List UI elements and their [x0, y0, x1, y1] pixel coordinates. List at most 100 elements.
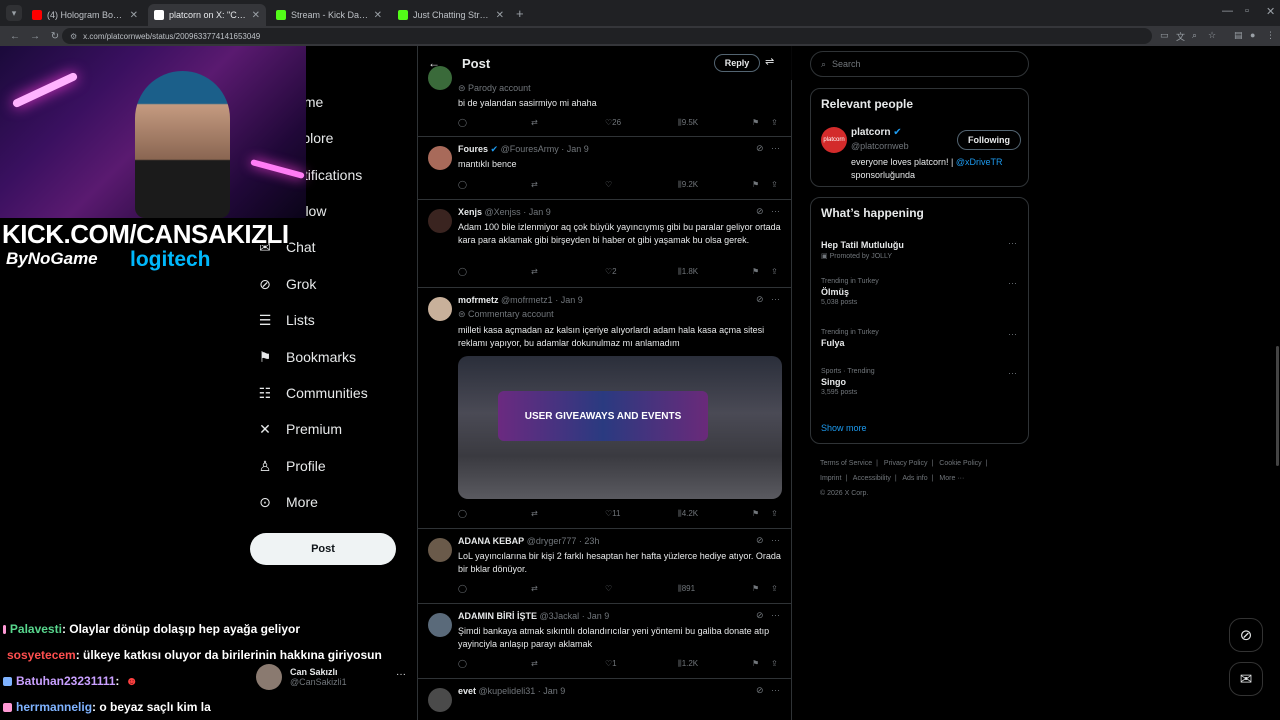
profile-avatar-icon[interactable]: ● — [1250, 30, 1255, 40]
more-dots-icon[interactable]: ··· — [1008, 238, 1017, 248]
forward-icon[interactable]: → — [26, 31, 44, 42]
retweet-icon[interactable]: ⇄ — [531, 509, 538, 518]
reply-tweet[interactable]: ADANA KEBAP @dryger777 · 23h ⊘ ··· LoL y… — [418, 530, 792, 604]
back-icon[interactable]: ← — [6, 31, 24, 42]
like-icon[interactable]: ♡ — [605, 180, 612, 189]
bookmark-icon[interactable]: ⚑ — [752, 584, 759, 593]
reply-icon[interactable]: ◯ — [458, 180, 467, 189]
reply-icon[interactable]: ◯ — [458, 584, 467, 593]
views-icon[interactable]: ⫼ 891 — [678, 584, 695, 594]
bookmark-icon[interactable]: ⚑ — [752, 180, 759, 189]
bookmark-icon[interactable]: ⚑ — [752, 659, 759, 668]
share-icon[interactable]: ⇪ — [771, 509, 778, 518]
browser-tab[interactable]: Stream - Kick Dashboard ✕ — [270, 4, 388, 26]
tweet-tools[interactable]: ⊘ ··· — [756, 206, 780, 217]
footer-link[interactable]: More ··· — [939, 475, 964, 482]
like-icon[interactable]: ♡ 26 — [605, 118, 621, 127]
more-dots-icon[interactable]: ··· — [1008, 329, 1017, 339]
maximize-icon[interactable]: ▫ — [1245, 5, 1249, 17]
retweet-icon[interactable]: ⇄ — [531, 180, 538, 189]
site-info-icon[interactable]: ⚙ — [70, 32, 77, 41]
trend-item[interactable]: Trending in Turkey Ölmüş 5,038 posts ··· — [821, 278, 1021, 306]
reply-icon[interactable]: ◯ — [458, 659, 467, 668]
extensions-icon[interactable]: ▤ — [1234, 30, 1243, 41]
retweet-icon[interactable]: ⇄ — [531, 659, 538, 668]
tweet-tools[interactable]: ⊘ ··· — [756, 610, 780, 621]
post-button[interactable]: Post — [250, 533, 396, 565]
tab-search-icon[interactable]: ▾ — [6, 5, 22, 21]
more-dots-icon[interactable]: ··· — [1008, 368, 1017, 378]
footer-link[interactable]: Imprint — [820, 475, 841, 482]
bookmark-icon[interactable]: ⚑ — [752, 118, 759, 127]
sidebar-item-more[interactable]: ⊙ More — [256, 489, 318, 515]
tweet-tools[interactable]: ⊘ ··· — [756, 294, 780, 305]
tweet-tools[interactable]: ⊘ ··· — [756, 685, 780, 696]
browser-tab[interactable]: (4) Hologram Boulevard – Y ✕ — [26, 4, 144, 26]
share-icon[interactable]: ⇪ — [771, 584, 778, 593]
tab-close-icon[interactable]: ✕ — [496, 10, 504, 21]
sidebar-item-bookmarks[interactable]: ⚑ Bookmarks — [256, 344, 356, 370]
browser-tab[interactable]: Just Chatting Streaming - Live ✕ — [392, 4, 510, 26]
scrollbar[interactable] — [1276, 346, 1279, 466]
translate-icon[interactable]: 文 — [1176, 30, 1185, 43]
reply-icon[interactable]: ◯ — [458, 267, 467, 276]
share-icon[interactable]: ⇪ — [771, 118, 778, 127]
following-button[interactable]: Following — [957, 130, 1021, 150]
bookmark-icon[interactable]: ⚑ — [752, 509, 759, 518]
footer-link[interactable]: Cookie Policy — [939, 460, 981, 467]
grok-fab-button[interactable]: ⊘ — [1229, 618, 1263, 652]
sidebar-item-grok[interactable]: ⊘ Grok — [256, 271, 316, 297]
footer-link[interactable]: Terms of Service — [820, 460, 872, 467]
reply-tweet[interactable]: Xenjs @Xenjss · Jan 9 ⊘ ··· Adam 100 bil… — [418, 201, 792, 288]
tab-close-icon[interactable]: ✕ — [130, 10, 138, 21]
tweet-tools[interactable]: ⊘ ··· — [756, 535, 780, 546]
bookmark-star-icon[interactable]: ☆ — [1208, 30, 1216, 41]
views-icon[interactable]: ⫼ 1.2K — [678, 659, 698, 669]
reply-icon[interactable]: ◯ — [458, 118, 467, 127]
sidebar-item-communities[interactable]: ☷ Communities — [256, 380, 368, 406]
window-close-icon[interactable]: ✕ — [1266, 5, 1275, 18]
new-tab-icon[interactable]: + — [516, 6, 524, 21]
sidebar-item-profile[interactable]: ♙ Profile — [256, 453, 326, 479]
sidebar-item-lists[interactable]: ☰ Lists — [256, 307, 315, 333]
retweet-icon[interactable]: ⇄ — [531, 267, 538, 276]
like-icon[interactable]: ♡ 1 — [605, 659, 617, 668]
footer-link[interactable]: Ads info — [902, 475, 927, 482]
share-icon[interactable]: ⇪ — [771, 180, 778, 189]
person-name[interactable]: platcorn ✔ — [851, 127, 902, 138]
views-icon[interactable]: ⫼ 9.2K — [678, 180, 698, 190]
url-input[interactable]: ⚙ x.com/platcornweb/status/20096337741416… — [62, 28, 1152, 44]
show-more-link[interactable]: Show more — [821, 423, 867, 433]
minimize-icon[interactable]: — — [1222, 5, 1233, 17]
zoom-icon[interactable]: ⌕ — [1192, 30, 1197, 41]
views-icon[interactable]: ⫼ 1.8K — [678, 267, 698, 277]
messages-fab-button[interactable]: ✉ — [1229, 662, 1263, 696]
share-icon[interactable]: ⇪ — [771, 659, 778, 668]
views-icon[interactable]: ⫼ 9.5K — [678, 118, 698, 128]
browser-menu-icon[interactable]: ⋮ — [1266, 30, 1275, 41]
retweet-icon[interactable]: ⇄ — [531, 584, 538, 593]
reply-icon[interactable]: ◯ — [458, 509, 467, 518]
browser-tab-active[interactable]: platcorn on X: "Canlı yayında k ✕ — [148, 4, 266, 26]
tab-close-icon[interactable]: ✕ — [374, 10, 382, 21]
trend-item[interactable]: Trending in Turkey Fulya ··· — [821, 329, 1021, 348]
reply-tweet[interactable]: ADAMIN BİRİ İŞTE @3Jackal · Jan 9 ⊘ ··· … — [418, 605, 792, 679]
share-icon[interactable]: ⇪ — [771, 267, 778, 276]
views-icon[interactable]: ⫼ 4.2K — [678, 509, 698, 519]
sidebar-item-premium[interactable]: ✕ Premium — [256, 416, 342, 442]
like-icon[interactable]: ♡ — [605, 584, 612, 593]
more-dots-icon[interactable]: ··· — [1008, 278, 1017, 288]
trend-item[interactable]: Hep Tatil Mutluluğu ▣ Promoted by JOLLY … — [821, 238, 1021, 260]
trend-item[interactable]: Sports · Trending Singo 3,595 posts ··· — [821, 368, 1021, 396]
bookmark-icon[interactable]: ⚑ — [752, 267, 759, 276]
more-dots-icon[interactable]: ··· — [396, 669, 406, 680]
bio-link[interactable]: @xDriveTR — [956, 157, 1003, 167]
like-icon[interactable]: ♡ 11 — [605, 509, 620, 518]
cast-icon[interactable]: ▭ — [1160, 30, 1169, 41]
tweet-tools[interactable]: ⊘ ··· — [756, 143, 780, 154]
tab-close-icon[interactable]: ✕ — [252, 10, 260, 21]
like-icon[interactable]: ♡ 2 — [605, 267, 617, 276]
reply-tweet[interactable]: Foures ✔ @FouresArmy · Jan 9 ⊘ ··· mantı… — [418, 138, 792, 200]
tweet-media[interactable]: USER GIVEAWAYS AND EVENTS — [458, 356, 782, 499]
reply-tweet[interactable]: mofrmetz @mofrmetz1 · Jan 9 ⊘ ··· ⊜ Comm… — [418, 289, 792, 529]
